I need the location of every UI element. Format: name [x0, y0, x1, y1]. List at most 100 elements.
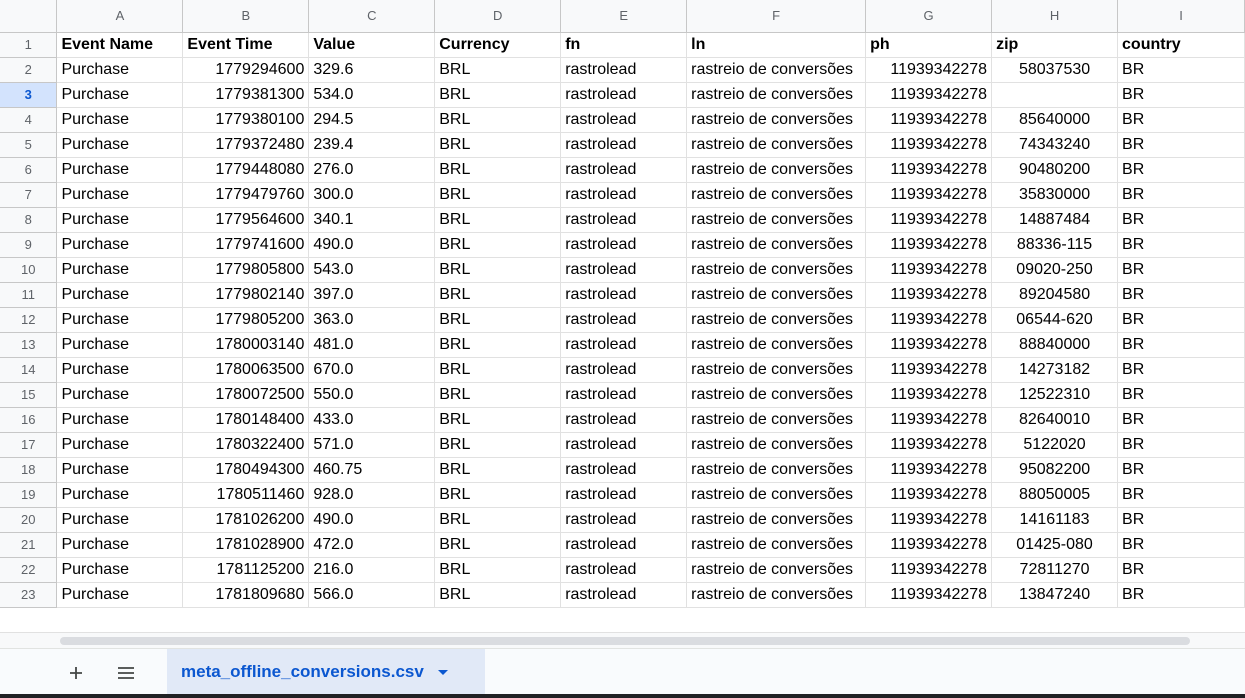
- data-cell[interactable]: rastreio de conversões: [686, 507, 867, 533]
- data-cell[interactable]: BRL: [434, 182, 562, 208]
- header-cell[interactable]: country: [1117, 32, 1245, 58]
- data-cell[interactable]: BR: [1117, 507, 1245, 533]
- data-cell[interactable]: Purchase: [56, 82, 184, 108]
- data-cell[interactable]: 11939342278: [865, 157, 993, 183]
- row-header[interactable]: 5: [0, 132, 58, 158]
- row-header[interactable]: 7: [0, 182, 58, 208]
- data-cell[interactable]: 1779805200: [182, 307, 310, 333]
- data-cell[interactable]: BR: [1117, 207, 1245, 233]
- header-cell[interactable]: zip: [991, 32, 1119, 58]
- data-cell[interactable]: BRL: [434, 257, 562, 283]
- data-cell[interactable]: 11939342278: [865, 582, 993, 608]
- data-cell[interactable]: rastrolead: [560, 557, 688, 583]
- data-cell[interactable]: rastrolead: [560, 107, 688, 133]
- data-cell[interactable]: BRL: [434, 207, 562, 233]
- row-header[interactable]: 8: [0, 207, 58, 233]
- data-cell[interactable]: 89204580: [991, 282, 1119, 308]
- data-cell[interactable]: BR: [1117, 57, 1245, 83]
- data-cell[interactable]: rastreio de conversões: [686, 482, 867, 508]
- data-cell[interactable]: Purchase: [56, 332, 184, 358]
- data-cell[interactable]: Purchase: [56, 557, 184, 583]
- data-cell[interactable]: BR: [1117, 482, 1245, 508]
- data-cell[interactable]: rastrolead: [560, 507, 688, 533]
- data-cell[interactable]: BR: [1117, 532, 1245, 558]
- data-cell[interactable]: 363.0: [308, 307, 436, 333]
- data-cell[interactable]: Purchase: [56, 457, 184, 483]
- data-cell[interactable]: BR: [1117, 407, 1245, 433]
- data-cell[interactable]: 1779372480: [182, 132, 310, 158]
- data-cell[interactable]: 276.0: [308, 157, 436, 183]
- header-cell[interactable]: ph: [865, 32, 993, 58]
- data-cell[interactable]: rastreio de conversões: [686, 82, 867, 108]
- data-cell[interactable]: 11939342278: [865, 432, 993, 458]
- data-cell[interactable]: BR: [1117, 282, 1245, 308]
- data-cell[interactable]: rastreio de conversões: [686, 582, 867, 608]
- data-cell[interactable]: rastreio de conversões: [686, 557, 867, 583]
- header-cell[interactable]: fn: [560, 32, 688, 58]
- data-cell[interactable]: rastrolead: [560, 182, 688, 208]
- row-header[interactable]: 19: [0, 482, 58, 508]
- data-cell[interactable]: rastrolead: [560, 382, 688, 408]
- data-cell[interactable]: BRL: [434, 107, 562, 133]
- row-header[interactable]: 10: [0, 257, 58, 283]
- data-cell[interactable]: Purchase: [56, 307, 184, 333]
- data-cell[interactable]: 11939342278: [865, 232, 993, 258]
- row-header[interactable]: 9: [0, 232, 58, 258]
- data-cell[interactable]: rastrolead: [560, 482, 688, 508]
- data-cell[interactable]: BRL: [434, 332, 562, 358]
- data-cell[interactable]: BRL: [434, 482, 562, 508]
- data-cell[interactable]: rastrolead: [560, 357, 688, 383]
- column-header-f[interactable]: F: [686, 0, 867, 33]
- data-cell[interactable]: BRL: [434, 407, 562, 433]
- data-cell[interactable]: 1779381300: [182, 82, 310, 108]
- data-cell[interactable]: Purchase: [56, 132, 184, 158]
- data-cell[interactable]: Purchase: [56, 57, 184, 83]
- data-cell[interactable]: 11939342278: [865, 457, 993, 483]
- scrollbar-thumb[interactable]: [60, 637, 1190, 645]
- data-cell[interactable]: 1779479760: [182, 182, 310, 208]
- data-cell[interactable]: 11939342278: [865, 332, 993, 358]
- data-cell[interactable]: 1781026200: [182, 507, 310, 533]
- data-cell[interactable]: BRL: [434, 232, 562, 258]
- row-header[interactable]: 22: [0, 557, 58, 583]
- column-header-h[interactable]: H: [991, 0, 1119, 33]
- data-cell[interactable]: Purchase: [56, 232, 184, 258]
- data-cell[interactable]: rastreio de conversões: [686, 232, 867, 258]
- data-cell[interactable]: 534.0: [308, 82, 436, 108]
- data-cell[interactable]: Purchase: [56, 257, 184, 283]
- data-cell[interactable]: 1779805800: [182, 257, 310, 283]
- data-cell[interactable]: 490.0: [308, 507, 436, 533]
- data-cell[interactable]: 1779448080: [182, 157, 310, 183]
- data-cell[interactable]: BR: [1117, 382, 1245, 408]
- data-cell[interactable]: Purchase: [56, 382, 184, 408]
- data-cell[interactable]: BRL: [434, 307, 562, 333]
- data-cell[interactable]: 670.0: [308, 357, 436, 383]
- data-cell[interactable]: rastrolead: [560, 57, 688, 83]
- data-cell[interactable]: 460.75: [308, 457, 436, 483]
- data-cell[interactable]: Purchase: [56, 207, 184, 233]
- data-cell[interactable]: 14161183: [991, 507, 1119, 533]
- data-cell[interactable]: 294.5: [308, 107, 436, 133]
- header-cell[interactable]: Event Time: [182, 32, 310, 58]
- data-cell[interactable]: 88840000: [991, 332, 1119, 358]
- row-header[interactable]: 17: [0, 432, 58, 458]
- data-cell[interactable]: BRL: [434, 532, 562, 558]
- column-header-d[interactable]: D: [434, 0, 562, 33]
- data-cell[interactable]: 11939342278: [865, 82, 993, 108]
- sheet-tab-meta-offline-conversions[interactable]: meta_offline_conversions.csv: [167, 649, 485, 695]
- data-cell[interactable]: 11939342278: [865, 257, 993, 283]
- data-cell[interactable]: BRL: [434, 357, 562, 383]
- data-cell[interactable]: 481.0: [308, 332, 436, 358]
- row-header[interactable]: 23: [0, 582, 58, 608]
- data-cell[interactable]: rastrolead: [560, 532, 688, 558]
- data-cell[interactable]: rastreio de conversões: [686, 332, 867, 358]
- data-cell[interactable]: 11939342278: [865, 382, 993, 408]
- header-cell[interactable]: Value: [308, 32, 436, 58]
- row-header[interactable]: 2: [0, 57, 58, 83]
- data-cell[interactable]: BRL: [434, 82, 562, 108]
- data-cell[interactable]: 1780322400: [182, 432, 310, 458]
- data-cell[interactable]: 1779294600: [182, 57, 310, 83]
- data-cell[interactable]: Purchase: [56, 157, 184, 183]
- data-cell[interactable]: 11939342278: [865, 532, 993, 558]
- data-cell[interactable]: 566.0: [308, 582, 436, 608]
